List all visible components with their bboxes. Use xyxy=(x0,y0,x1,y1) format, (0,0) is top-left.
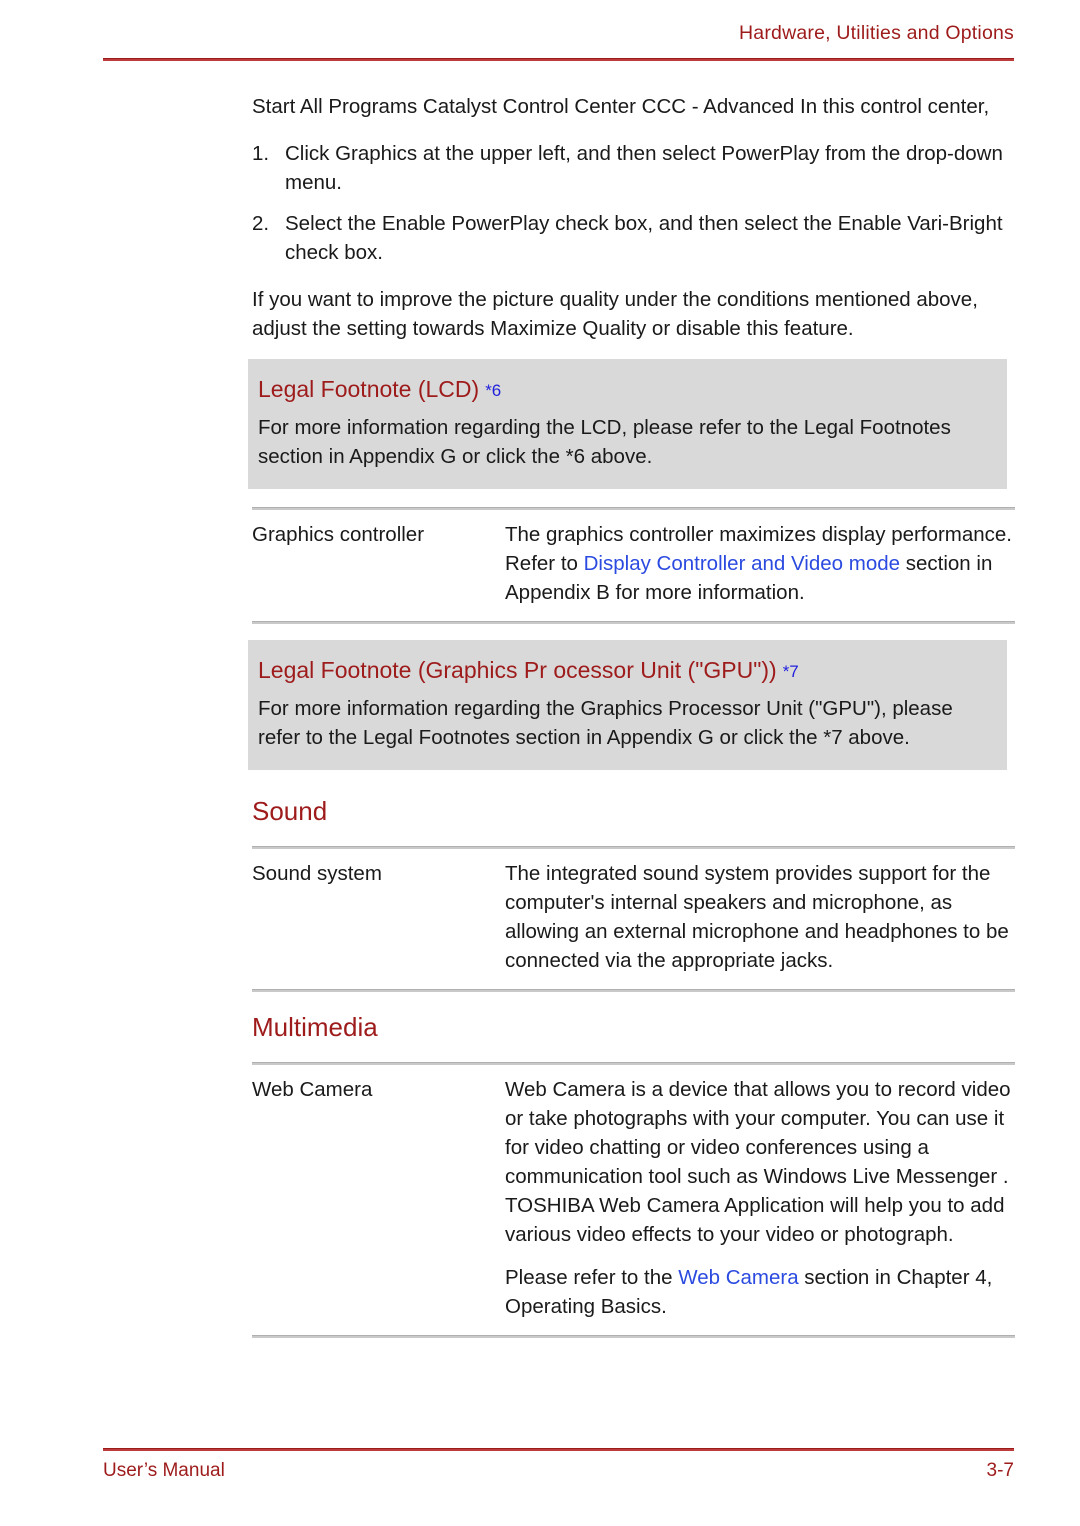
spec-description-paragraph: The graphics controller maximizes displa… xyxy=(505,520,1015,607)
spec-description: Web Camera is a device that allows you t… xyxy=(505,1075,1015,1321)
footnote-ref-7-link[interactable]: *7 xyxy=(783,662,799,681)
header-divider xyxy=(103,58,1014,61)
footer-divider xyxy=(103,1448,1014,1451)
after-steps-paragraph: If you want to improve the picture quali… xyxy=(252,288,978,340)
spec-term: Graphics controller xyxy=(252,523,425,546)
table-row: Sound system The integrated sound system… xyxy=(252,849,1015,989)
page-footer: User’s Manual 3-7 xyxy=(103,1448,1014,1498)
section-heading-multimedia: Multimedia xyxy=(252,1012,378,1042)
legal-footnote-lcd-title-text: Legal Footnote (LCD) xyxy=(258,376,480,402)
manual-page: Hardware, Utilities and Options Start Al… xyxy=(0,0,1080,1526)
table-row: Web Camera Web Camera is a device that a… xyxy=(252,1065,1015,1335)
table-rule-bottom xyxy=(252,621,1015,624)
list-item: 2. Select the Enable PowerPlay check box… xyxy=(252,209,1015,267)
list-item-marker: 1. xyxy=(252,142,270,165)
spec-description: The graphics controller maximizes displa… xyxy=(505,520,1015,607)
list-item-text: Click Graphics at the upper left, and th… xyxy=(285,142,1003,194)
legal-footnote-lcd-box: Legal Footnote (LCD) *6 For more informat… xyxy=(248,359,1007,489)
section-heading-sound: Sound xyxy=(252,796,328,826)
graphics-controller-table: Graphics controller The graphics control… xyxy=(252,507,1015,624)
web-camera-section-link[interactable]: Web Camera xyxy=(678,1266,798,1289)
spec-description: The integrated sound system provides sup… xyxy=(505,859,1015,975)
spec-term: Web Camera xyxy=(252,1078,373,1101)
page-content: Start All Programs Catalyst Control Cent… xyxy=(248,92,1015,1338)
table-row: Graphics controller The graphics control… xyxy=(252,510,1015,621)
page-header-title: Hardware, Utilities and Options xyxy=(739,22,1014,44)
spec-term: Sound system xyxy=(252,862,382,885)
page-header: Hardware, Utilities and Options xyxy=(103,22,1014,66)
spec-description-paragraph: The integrated sound system provides sup… xyxy=(505,862,1009,972)
footer-page-number: 3-7 xyxy=(986,1460,1014,1481)
legal-footnote-gpu-body: For more information regarding the Graph… xyxy=(258,697,953,749)
footnote-ref-6-link[interactable]: *6 xyxy=(485,381,501,400)
footer-manual-label: User’s Manual xyxy=(103,1460,225,1481)
table-rule-bottom xyxy=(252,989,1015,992)
list-item-marker: 2. xyxy=(252,212,270,235)
spec-description-paragraph: Web Camera is a device that allows you t… xyxy=(505,1078,1011,1246)
legal-footnote-lcd-title: Legal Footnote (LCD) *6 xyxy=(258,373,995,407)
legal-footnote-gpu-box: Legal Footnote (Graphics Pr ocessor Unit… xyxy=(248,640,1007,770)
list-item-text: Select the Enable PowerPlay check box, a… xyxy=(285,212,1003,264)
procedure-list: 1. Click Graphics at the upper left, and… xyxy=(252,139,1015,267)
legal-footnote-gpu-title-text: Legal Footnote (Graphics Pr ocessor Unit… xyxy=(258,657,777,683)
list-item: 1. Click Graphics at the upper left, and… xyxy=(252,139,1015,197)
legal-footnote-lcd-body: For more information regarding the LCD, … xyxy=(258,416,951,468)
intro-paragraph: Start All Programs Catalyst Control Cent… xyxy=(252,95,990,118)
sound-table: Sound system The integrated sound system… xyxy=(252,846,1015,992)
table-rule-bottom xyxy=(252,1335,1015,1338)
legal-footnote-gpu-title: Legal Footnote (Graphics Pr ocessor Unit… xyxy=(258,654,995,688)
display-controller-video-mode-link[interactable]: Display Controller and Video mode xyxy=(584,552,900,575)
spec-description-paragraph-2: Please refer to the Web Camera section i… xyxy=(505,1263,1015,1321)
multimedia-table: Web Camera Web Camera is a device that a… xyxy=(252,1062,1015,1338)
desc2-text-part1: Please refer to the xyxy=(505,1266,679,1289)
